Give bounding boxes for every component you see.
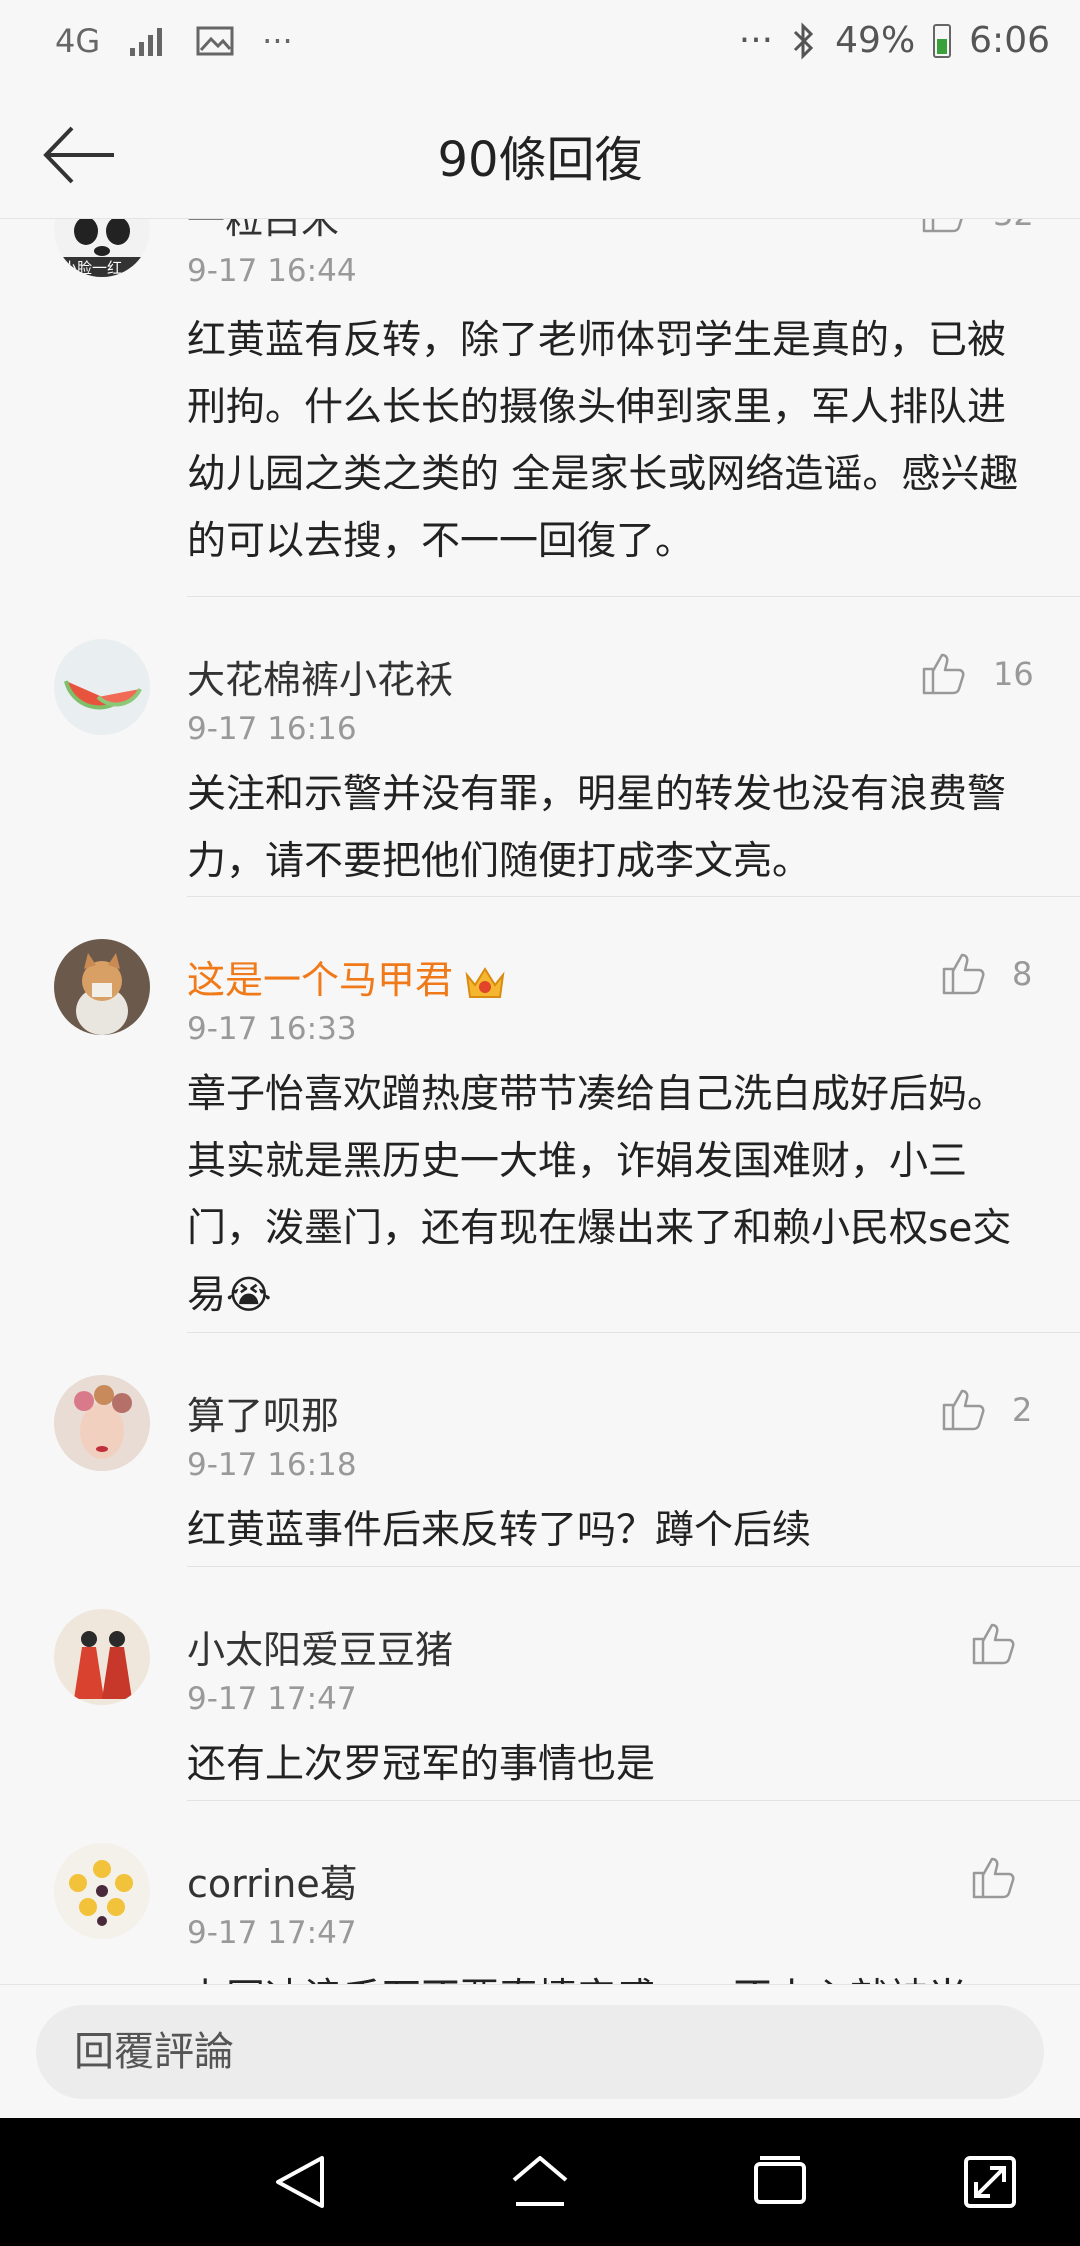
comment-item[interactable]: 小太阳爱豆豆猪 9-17 17:47 还有上次罗冠军的事情也是 bbox=[0, 1567, 1080, 1801]
comment-text: 还有上次罗冠军的事情也是 bbox=[187, 1742, 656, 1787]
avatar[interactable] bbox=[54, 1609, 150, 1705]
comment-time: 9-17 17:47 bbox=[187, 1681, 357, 1717]
comment-author-name[interactable]: 这是一个马甲君 bbox=[187, 958, 453, 1002]
comment-item[interactable]: 小脸一红 一粒白米 32 9-17 16:44 红黄蓝有反转，除了老师体罚学生是… bbox=[0, 219, 1080, 597]
comment-author[interactable]: 大花棉裤小花袄 bbox=[187, 649, 453, 704]
more-notifications: ··· bbox=[262, 22, 293, 60]
more-status: ··· bbox=[738, 20, 774, 61]
back-nav-icon[interactable] bbox=[270, 2152, 330, 2212]
like-icon[interactable] bbox=[940, 949, 988, 997]
vip-crown-icon bbox=[465, 966, 505, 998]
bluetooth-icon bbox=[794, 21, 814, 60]
comment-text: 上网冲浪千万不要真情实感，一不小心就被当 bbox=[187, 1965, 1032, 1984]
comment-text: 红黄蓝有反转，除了老师体罚学生是真的，已被刑拘。什么长长的摄像头伸到家里，军人排… bbox=[187, 318, 1019, 564]
reply-bar: 回覆評論 bbox=[0, 1984, 1080, 2119]
comment-item[interactable]: 大花棉裤小花袄 16 9-17 16:16 关注和示警并没有罪，明星的转发也没有… bbox=[0, 597, 1080, 897]
comment-item[interactable]: 算了呗那 2 9-17 16:18 红黄蓝事件后来反转了吗？蹲个后续 bbox=[0, 1333, 1080, 1567]
signal-icon bbox=[130, 28, 163, 56]
status-left: 4G ··· bbox=[55, 22, 293, 60]
comment-item[interactable]: 这是一个马甲君 8 9-17 16:33 章子怡喜欢蹭热度带节凑给自己洗白成好后… bbox=[0, 897, 1080, 1333]
comment-list[interactable]: 小脸一红 一粒白米 32 9-17 16:44 红黄蓝有反转，除了老师体罚学生是… bbox=[0, 219, 1080, 1984]
status-bar: 4G ··· ··· 49% 6:06 bbox=[0, 0, 1080, 90]
comment-text: 章子怡喜欢蹭热度带节凑给自己洗白成好后妈。其实就是黑历史一大堆，诈娟发国难财，小… bbox=[187, 1072, 1012, 1318]
avatar-caption: 小脸一红 bbox=[62, 259, 123, 277]
comment-author[interactable]: 算了呗那 bbox=[187, 1385, 339, 1440]
like-count: 8 bbox=[1012, 955, 1033, 993]
like-icon[interactable] bbox=[940, 1385, 988, 1433]
like-count: 16 bbox=[993, 655, 1034, 693]
like-icon[interactable] bbox=[970, 1853, 1018, 1901]
comment-item[interactable]: corrine葛 9-17 17:47 上网冲浪千万不要真情实感，一不小心就被当 bbox=[0, 1801, 1080, 1984]
comment-author[interactable]: 这是一个马甲君 bbox=[187, 949, 507, 1004]
comment-author[interactable]: 一粒白米 bbox=[187, 219, 339, 244]
avatar[interactable] bbox=[54, 639, 150, 735]
header: 90條回復 bbox=[0, 90, 1080, 219]
comment-author[interactable]: corrine葛 bbox=[187, 1853, 358, 1908]
battery-icon bbox=[933, 23, 952, 58]
comment-time: 9-17 16:16 bbox=[187, 711, 357, 747]
avatar[interactable] bbox=[54, 939, 150, 1035]
avatar[interactable]: 小脸一红 bbox=[54, 219, 150, 277]
comment-time: 9-17 17:47 bbox=[187, 1915, 357, 1951]
comment-text: 红黄蓝事件后来反转了吗？蹲个后续 bbox=[187, 1508, 812, 1553]
recents-nav-icon[interactable] bbox=[750, 2152, 810, 2212]
like-count: 32 bbox=[993, 219, 1034, 233]
system-nav-bar bbox=[0, 2118, 1080, 2246]
comment-text: 关注和示警并没有罪，明星的转发也没有浪费警力，请不要把他们随便打成李文亮。 bbox=[187, 772, 1007, 884]
expand-nav-icon[interactable] bbox=[960, 2152, 1020, 2212]
clock: 6:06 bbox=[969, 20, 1050, 61]
comment-time: 9-17 16:18 bbox=[187, 1447, 357, 1483]
comment-time: 9-17 16:44 bbox=[187, 253, 357, 289]
home-nav-icon[interactable] bbox=[510, 2152, 570, 2212]
battery-percent: 49% bbox=[835, 20, 916, 61]
comment-author[interactable]: 小太阳爱豆豆猪 bbox=[187, 1619, 453, 1674]
like-icon[interactable] bbox=[970, 1619, 1018, 1667]
avatar[interactable] bbox=[54, 1375, 150, 1471]
status-right: ··· 49% 6:06 bbox=[739, 20, 1050, 61]
comment-time: 9-17 16:33 bbox=[187, 1011, 357, 1047]
like-count: 2 bbox=[1012, 1391, 1033, 1429]
like-icon[interactable] bbox=[920, 219, 968, 235]
like-icon[interactable] bbox=[920, 649, 968, 697]
avatar[interactable] bbox=[54, 1843, 150, 1939]
reply-input[interactable]: 回覆評論 bbox=[36, 2005, 1044, 2099]
network-indicator: 4G bbox=[55, 22, 101, 60]
image-icon bbox=[196, 26, 234, 56]
page-title: 90條回復 bbox=[437, 132, 643, 188]
